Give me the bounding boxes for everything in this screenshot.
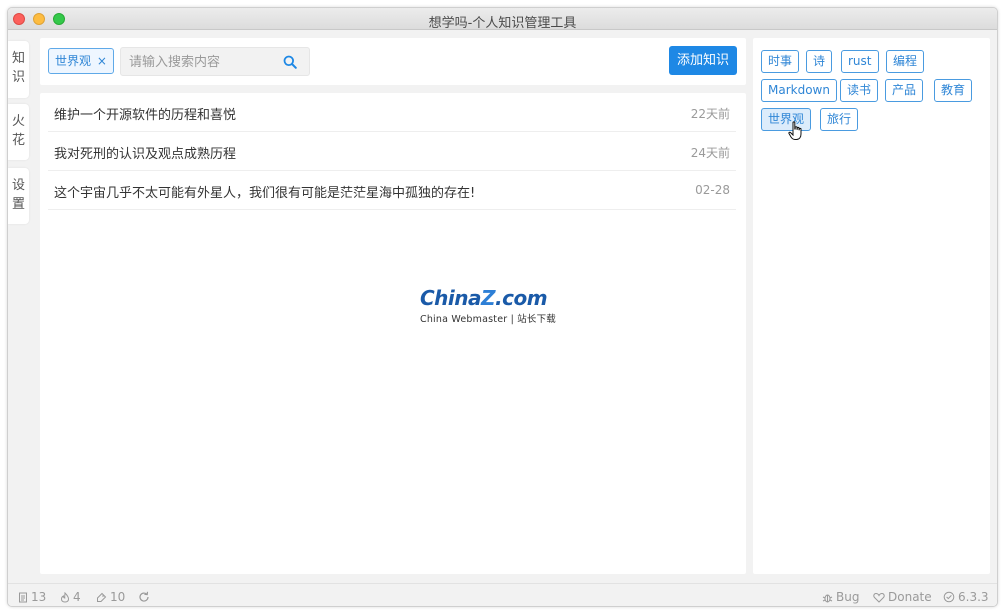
knowledge-list: 维护一个开源软件的历程和喜悦 22天前 我对死刑的认识及观点成熟历程 24天前 … <box>40 93 746 574</box>
tab-spark[interactable]: 火 花 <box>8 104 29 160</box>
list-item-title: 维护一个开源软件的历程和喜悦 <box>54 108 237 123</box>
filter-chip[interactable]: 世界观 × <box>48 48 114 74</box>
document-icon <box>19 592 27 602</box>
window-title: 想学吗-个人知识管理工具 <box>428 16 577 31</box>
tag-item[interactable]: 时事 <box>761 50 800 73</box>
list-item-time: 22天前 <box>690 107 730 121</box>
search-input[interactable] <box>129 53 279 71</box>
tag-icon <box>97 592 107 602</box>
filter-chip-label: 世界观 <box>55 54 92 68</box>
watermark-logo: ChinaZ.com <box>420 286 580 310</box>
search-icon[interactable] <box>283 55 297 69</box>
chip-close-icon[interactable]: × <box>97 54 107 68</box>
tab-knowledge-label-1: 知 <box>11 51 25 66</box>
list-item-title: 我对死刑的认识及观点成熟历程 <box>54 147 237 162</box>
spark-count: 4 <box>60 589 81 605</box>
donate-link[interactable]: Donate <box>873 589 932 605</box>
tag-item[interactable]: 教育 <box>934 79 973 102</box>
search-box <box>120 47 310 76</box>
tag-item[interactable]: rust <box>841 50 879 73</box>
version-info[interactable]: 6.3.3 <box>943 589 989 605</box>
chinaz-watermark: ChinaZ.com China Webmaster | 站长下载 <box>420 286 580 326</box>
bug-icon <box>822 594 833 602</box>
heart-icon <box>873 592 885 603</box>
tag-item[interactable]: 读书 <box>840 79 879 102</box>
tag-item[interactable]: 诗 <box>806 50 833 73</box>
tag-count-value: 10 <box>110 590 126 604</box>
tab-spark-label-2: 花 <box>11 133 25 148</box>
check-circle-icon <box>943 591 955 603</box>
spark-count-value: 4 <box>73 590 81 604</box>
knowledge-count: 13 <box>18 589 46 605</box>
add-knowledge-button[interactable]: 添加知识 <box>669 46 737 75</box>
bug-label: Bug <box>836 590 860 604</box>
tab-knowledge[interactable]: 知 识 <box>8 41 29 98</box>
tag-count: 10 <box>96 589 125 605</box>
hand-cursor-icon <box>788 121 802 140</box>
sync-icon <box>139 591 149 602</box>
app-window: 想学吗-个人知识管理工具 知 识 火 花 设 置 世界观 × 添加知识 维护一个… <box>7 7 998 607</box>
tag-panel: 时事 诗 rust 编程 Markdown 读书 产品 教育 世界观 旅行 <box>753 38 990 574</box>
sync-button[interactable] <box>138 589 153 605</box>
watermark-logo-z: Z <box>481 286 496 310</box>
list-item[interactable]: 维护一个开源软件的历程和喜悦 22天前 <box>48 93 736 132</box>
tag-item[interactable]: 旅行 <box>820 108 859 131</box>
bug-link[interactable]: Bug <box>822 589 859 605</box>
tab-settings[interactable]: 设 置 <box>8 168 29 224</box>
tab-settings-label-2: 置 <box>11 197 25 212</box>
watermark-logo-a: China <box>420 286 482 310</box>
watermark-subtitle: China Webmaster | 站长下载 <box>420 314 557 325</box>
title-bar: 想学吗-个人知识管理工具 <box>8 8 997 31</box>
list-item-title: 这个宇宙几乎不太可能有外星人，我们很有可能是茫茫星海中孤独的存在! <box>54 186 476 201</box>
tab-knowledge-label-2: 识 <box>11 70 25 85</box>
flame-icon <box>60 591 70 603</box>
knowledge-toolbar: 世界观 × 添加知识 <box>40 38 746 85</box>
tab-spark-label-1: 火 <box>11 114 25 129</box>
tag-item[interactable]: Markdown <box>761 79 837 102</box>
watermark-logo-b: .com <box>495 286 548 310</box>
tab-settings-label-1: 设 <box>11 178 25 193</box>
list-item[interactable]: 这个宇宙几乎不太可能有外星人，我们很有可能是茫茫星海中孤独的存在! 02-28 <box>48 171 736 210</box>
tag-item[interactable]: 产品 <box>885 79 924 102</box>
knowledge-count-value: 13 <box>31 590 47 604</box>
donate-label: Donate <box>888 590 932 604</box>
tag-item[interactable]: 编程 <box>886 50 925 73</box>
list-item[interactable]: 我对死刑的认识及观点成熟历程 24天前 <box>48 132 736 171</box>
version-label: 6.3.3 <box>958 590 989 604</box>
status-bar: 13 4 10 Bug Donate 6.3.3 <box>8 583 997 606</box>
list-item-time: 24天前 <box>690 146 730 160</box>
list-item-time: 02-28 <box>695 183 730 197</box>
